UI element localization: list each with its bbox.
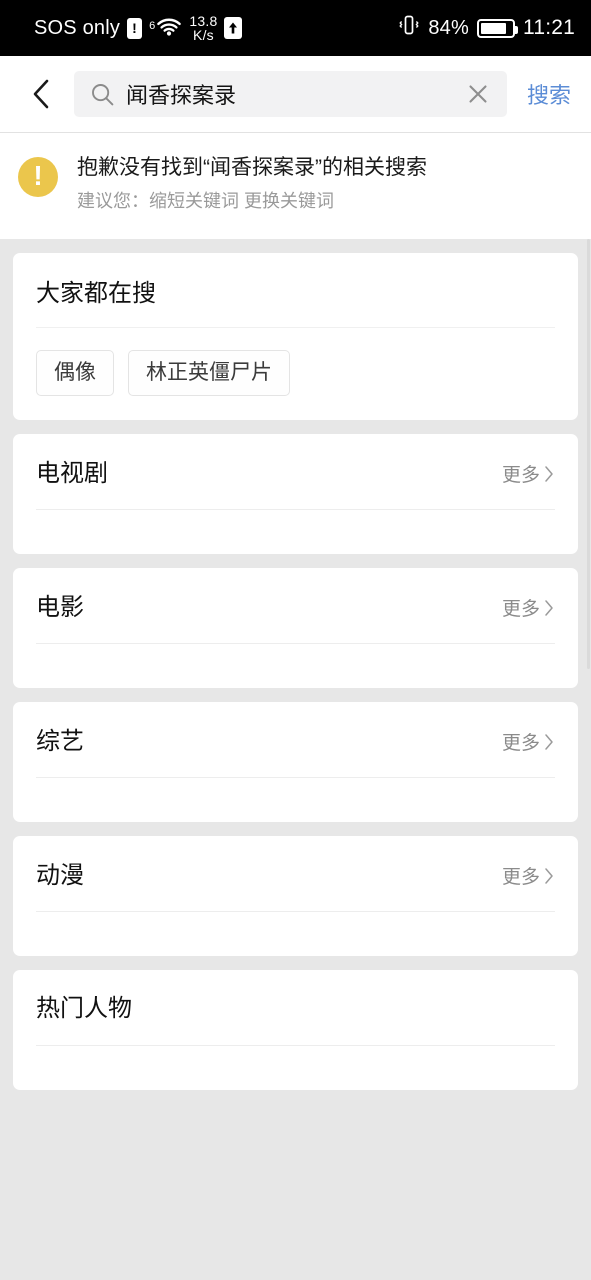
section-title: 综艺 bbox=[36, 727, 84, 755]
no-result-suggestion: 建议您：缩短关键词 更换关键词 bbox=[77, 191, 334, 212]
no-result-text: 抱歉没有找到“闻香探案录”的相关搜索 建议您：缩短关键词 更换关键词 bbox=[77, 155, 427, 213]
hot-search-tag[interactable]: 林正英僵尸片 bbox=[128, 350, 290, 397]
section-empty-body bbox=[13, 510, 578, 554]
section-empty-body bbox=[13, 912, 578, 956]
wifi-icon: 6 bbox=[149, 18, 182, 38]
search-submit-button[interactable]: 搜索 bbox=[519, 78, 577, 110]
hot-search-header: 大家都在搜 bbox=[13, 253, 578, 327]
section-more-label: 更多 bbox=[501, 599, 540, 621]
chevron-left-icon bbox=[33, 79, 49, 109]
network-speed-unit: K/s bbox=[193, 27, 214, 43]
exclamation-icon: ! bbox=[18, 157, 58, 197]
section-title: 热门人物 bbox=[36, 995, 132, 1023]
chevron-right-icon bbox=[545, 734, 553, 750]
network-speed-value: 13.8 bbox=[189, 12, 218, 29]
search-header: 闻香探案录 搜索 bbox=[0, 56, 591, 133]
section-title: 动漫 bbox=[36, 861, 84, 889]
section-empty-body bbox=[13, 1046, 578, 1090]
section-card-movie: 电影 更多 bbox=[13, 568, 578, 689]
section-more-label: 更多 bbox=[501, 867, 540, 889]
clock-label: 11:21 bbox=[523, 16, 575, 39]
section-title: 电视剧 bbox=[36, 459, 108, 487]
section-title: 电影 bbox=[36, 593, 84, 621]
section-more-button[interactable]: 更多 bbox=[502, 862, 555, 889]
section-header: 电视剧 更多 bbox=[13, 434, 578, 509]
chevron-right-icon bbox=[545, 600, 553, 616]
vibrate-icon bbox=[398, 14, 420, 42]
section-card-people: 热门人物 bbox=[13, 970, 578, 1090]
section-card-tv: 电视剧 更多 bbox=[13, 434, 578, 555]
alert-icon: ! bbox=[127, 17, 143, 39]
no-result-title: 抱歉没有找到“闻香探案录”的相关搜索 bbox=[77, 156, 427, 179]
section-empty-body bbox=[13, 644, 578, 688]
status-bar: SOS only ! 6 13.8 K/s 84% 11:21 bbox=[0, 0, 591, 56]
search-input-value[interactable]: 闻香探案录 bbox=[126, 78, 452, 110]
battery-icon bbox=[477, 18, 518, 38]
close-icon bbox=[469, 85, 487, 103]
clear-search-button[interactable] bbox=[463, 79, 493, 109]
section-more-label: 更多 bbox=[501, 733, 540, 755]
hot-search-title: 大家都在搜 bbox=[36, 279, 156, 307]
section-more-button[interactable]: 更多 bbox=[502, 594, 555, 621]
carrier-label: SOS only bbox=[34, 16, 121, 39]
status-bar-left: SOS only ! 6 13.8 K/s bbox=[34, 12, 243, 43]
chevron-right-icon bbox=[545, 868, 553, 884]
section-more-label: 更多 bbox=[501, 465, 540, 487]
section-header: 综艺 更多 bbox=[13, 702, 578, 777]
battery-percent-label: 84% bbox=[428, 16, 469, 39]
chevron-right-icon bbox=[545, 466, 553, 482]
search-icon bbox=[92, 83, 114, 105]
recommendation-list: 大家都在搜 偶像 林正英僵尸片 电视剧 更多 电影 更多 综艺 更多 动漫 更多… bbox=[0, 239, 591, 1090]
wifi-generation-label: 6 bbox=[149, 20, 156, 32]
hot-search-tag[interactable]: 偶像 bbox=[36, 350, 114, 397]
no-result-notice: ! 抱歉没有找到“闻香探案录”的相关搜索 建议您：缩短关键词 更换关键词 bbox=[0, 133, 591, 239]
section-header: 热门人物 bbox=[13, 970, 578, 1044]
section-empty-body bbox=[13, 778, 578, 822]
upload-icon bbox=[224, 17, 243, 39]
section-more-button[interactable]: 更多 bbox=[502, 460, 555, 487]
vertical-scrollbar[interactable] bbox=[587, 239, 590, 669]
section-more-button[interactable]: 更多 bbox=[502, 728, 555, 755]
hot-search-tag-list: 偶像 林正英僵尸片 bbox=[13, 328, 578, 420]
back-button[interactable] bbox=[20, 73, 62, 115]
search-input[interactable]: 闻香探案录 bbox=[74, 71, 507, 117]
app-screen: SOS only ! 6 13.8 K/s 84% 11:21 闻香探案录 搜索… bbox=[0, 0, 591, 1280]
section-card-anime: 动漫 更多 bbox=[13, 836, 578, 957]
section-header: 动漫 更多 bbox=[13, 836, 578, 911]
section-header: 电影 更多 bbox=[13, 568, 578, 643]
network-speed: 13.8 K/s bbox=[189, 12, 218, 43]
section-card-variety: 综艺 更多 bbox=[13, 702, 578, 823]
status-bar-right: 84% 11:21 bbox=[398, 14, 575, 42]
hot-search-card: 大家都在搜 偶像 林正英僵尸片 bbox=[13, 252, 578, 421]
